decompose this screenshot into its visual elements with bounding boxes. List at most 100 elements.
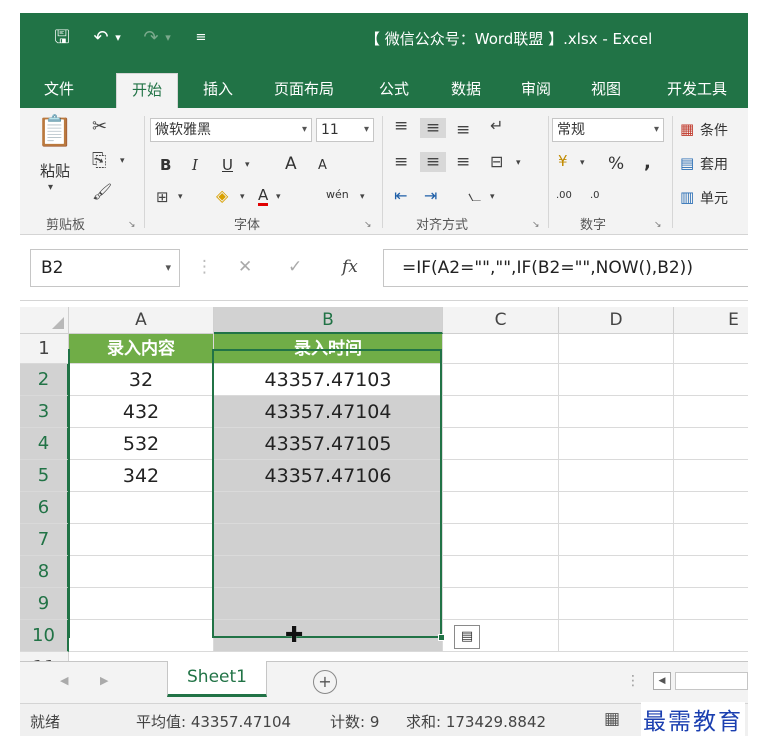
cut-icon[interactable]: ✂ bbox=[92, 116, 107, 137]
cell-e6[interactable] bbox=[674, 492, 748, 524]
tab-page-layout[interactable]: 页面布局 bbox=[262, 73, 346, 108]
cell-c4[interactable] bbox=[443, 428, 559, 460]
cell-b4[interactable]: 43357.47105 bbox=[214, 428, 443, 460]
fill-color-dropdown-icon[interactable]: ▾ bbox=[240, 192, 245, 202]
cell-c5[interactable] bbox=[443, 460, 559, 492]
align-center-icon[interactable]: ≡ bbox=[420, 152, 446, 172]
font-name-select[interactable]: 微软雅黑 ▾ bbox=[150, 118, 312, 142]
align-bottom-icon[interactable]: ≡ bbox=[456, 120, 470, 140]
row-header-8[interactable]: 8 bbox=[20, 556, 69, 588]
percent-button[interactable]: % bbox=[608, 154, 624, 174]
row-header-6[interactable]: 6 bbox=[20, 492, 69, 524]
cell-b1[interactable]: 录入时间 bbox=[214, 334, 443, 364]
tab-data[interactable]: 数据 bbox=[440, 73, 492, 108]
borders-dropdown-icon[interactable]: ▾ bbox=[178, 192, 183, 202]
cell-b6[interactable] bbox=[214, 492, 443, 524]
orientation-dropdown-icon[interactable]: ▾ bbox=[490, 192, 495, 202]
cell-a1[interactable]: 录入内容 bbox=[69, 334, 214, 364]
cell-d10[interactable] bbox=[559, 620, 674, 652]
cell-e4[interactable] bbox=[674, 428, 748, 460]
cell-c1[interactable] bbox=[443, 334, 559, 364]
tab-home[interactable]: 开始 bbox=[116, 73, 178, 108]
italic-button[interactable]: I bbox=[192, 156, 198, 174]
cell-c6[interactable] bbox=[443, 492, 559, 524]
cell-c3[interactable] bbox=[443, 396, 559, 428]
horizontal-scrollbar[interactable] bbox=[675, 672, 748, 690]
row-header-1[interactable]: 1 bbox=[20, 334, 69, 364]
conditional-formatting-button[interactable]: 条件 bbox=[700, 120, 728, 140]
copy-dropdown-icon[interactable]: ▾ bbox=[120, 156, 125, 166]
name-box-chevron-down-icon[interactable]: ▾ bbox=[165, 250, 171, 286]
customize-qat-icon[interactable]: ≡ bbox=[194, 25, 208, 51]
row-header-9[interactable]: 9 bbox=[20, 588, 69, 620]
copy-icon[interactable]: ⎘ bbox=[92, 150, 106, 171]
row-header-2[interactable]: 2 bbox=[20, 364, 69, 396]
cell-d7[interactable] bbox=[559, 524, 674, 556]
add-sheet-button[interactable]: + bbox=[313, 670, 337, 694]
fill-color-icon[interactable]: ◈ bbox=[216, 186, 228, 205]
tab-view[interactable]: 视图 bbox=[580, 73, 632, 108]
font-color-button[interactable]: A bbox=[258, 187, 269, 206]
row-header-7[interactable]: 7 bbox=[20, 524, 69, 556]
cell-e3[interactable] bbox=[674, 396, 748, 428]
cell-a7[interactable] bbox=[69, 524, 214, 556]
fill-handle[interactable] bbox=[438, 634, 445, 641]
tab-insert[interactable]: 插入 bbox=[192, 73, 244, 108]
row-header-4[interactable]: 4 bbox=[20, 428, 69, 460]
font-launcher-icon[interactable]: ↘ bbox=[364, 220, 372, 230]
cell-b10[interactable] bbox=[214, 620, 443, 652]
conditional-formatting-icon[interactable]: ▦ bbox=[680, 120, 694, 138]
cell-b9[interactable] bbox=[214, 588, 443, 620]
align-right-icon[interactable]: ≡ bbox=[456, 152, 470, 172]
save-icon[interactable]: 🖫 bbox=[50, 25, 74, 51]
row-header-10[interactable]: 10 bbox=[20, 620, 69, 652]
currency-dropdown-icon[interactable]: ▾ bbox=[580, 158, 585, 168]
cell-styles-icon[interactable]: ▥ bbox=[680, 188, 694, 206]
redo-dropdown-icon[interactable]: ▾ bbox=[162, 25, 174, 51]
cell-d6[interactable] bbox=[559, 492, 674, 524]
prev-sheet-icon[interactable]: ◀ bbox=[60, 674, 68, 687]
cell-e2[interactable] bbox=[674, 364, 748, 396]
underline-dropdown-icon[interactable]: ▾ bbox=[245, 160, 250, 170]
scroll-splitter-icon[interactable]: ⋮ bbox=[626, 673, 640, 689]
enter-icon[interactable]: ✓ bbox=[288, 257, 302, 277]
paste-button[interactable]: 粘贴 bbox=[40, 160, 70, 181]
cell-a9[interactable] bbox=[69, 588, 214, 620]
merge-dropdown-icon[interactable]: ▾ bbox=[516, 158, 521, 168]
tab-developer[interactable]: 开发工具 bbox=[652, 73, 742, 108]
tab-formulas[interactable]: 公式 bbox=[368, 73, 420, 108]
underline-button[interactable]: U bbox=[222, 156, 233, 174]
cell-a10[interactable] bbox=[69, 620, 214, 652]
cell-b7[interactable] bbox=[214, 524, 443, 556]
cell-b2[interactable]: 43357.47103 bbox=[214, 364, 443, 396]
phonetic-dropdown-icon[interactable]: ▾ bbox=[360, 192, 365, 202]
undo-icon[interactable]: ↶ bbox=[90, 25, 112, 51]
cell-d2[interactable] bbox=[559, 364, 674, 396]
cell-a3[interactable]: 432 bbox=[69, 396, 214, 428]
cell-a6[interactable] bbox=[69, 492, 214, 524]
comma-style-button[interactable]: , bbox=[644, 152, 651, 173]
number-format-select[interactable]: 常规 ▾ bbox=[552, 118, 664, 142]
quick-analysis-button[interactable]: ▤ bbox=[454, 625, 480, 649]
row-header-3[interactable]: 3 bbox=[20, 396, 69, 428]
format-as-table-button[interactable]: 套用 bbox=[700, 154, 728, 174]
orientation-icon[interactable]: ⦦ bbox=[468, 186, 481, 206]
borders-icon[interactable]: ⊞ bbox=[156, 188, 169, 206]
bold-button[interactable]: B bbox=[160, 156, 171, 174]
cell-styles-button[interactable]: 单元 bbox=[700, 188, 728, 208]
worksheet-grid[interactable]: A B C D E 1 录入内容 录入时间 2 32 43357.47103 3… bbox=[20, 307, 748, 661]
cell-c8[interactable] bbox=[443, 556, 559, 588]
align-middle-icon[interactable]: ≡ bbox=[420, 118, 446, 138]
merge-center-icon[interactable]: ⊟ bbox=[490, 152, 503, 171]
cell-a4[interactable]: 532 bbox=[69, 428, 214, 460]
align-top-icon[interactable]: ≡ bbox=[394, 116, 408, 136]
cell-d9[interactable] bbox=[559, 588, 674, 620]
clipboard-launcher-icon[interactable]: ↘ bbox=[128, 220, 136, 230]
phonetic-button[interactable]: wén bbox=[326, 188, 349, 201]
cell-b5[interactable]: 43357.47106 bbox=[214, 460, 443, 492]
font-size-select[interactable]: 11 ▾ bbox=[316, 118, 374, 142]
cell-e10[interactable] bbox=[674, 620, 748, 652]
paste-icon[interactable]: 📋 bbox=[36, 114, 73, 149]
decrease-indent-icon[interactable]: ⇤ bbox=[394, 186, 407, 205]
row-header-5[interactable]: 5 bbox=[20, 460, 69, 492]
